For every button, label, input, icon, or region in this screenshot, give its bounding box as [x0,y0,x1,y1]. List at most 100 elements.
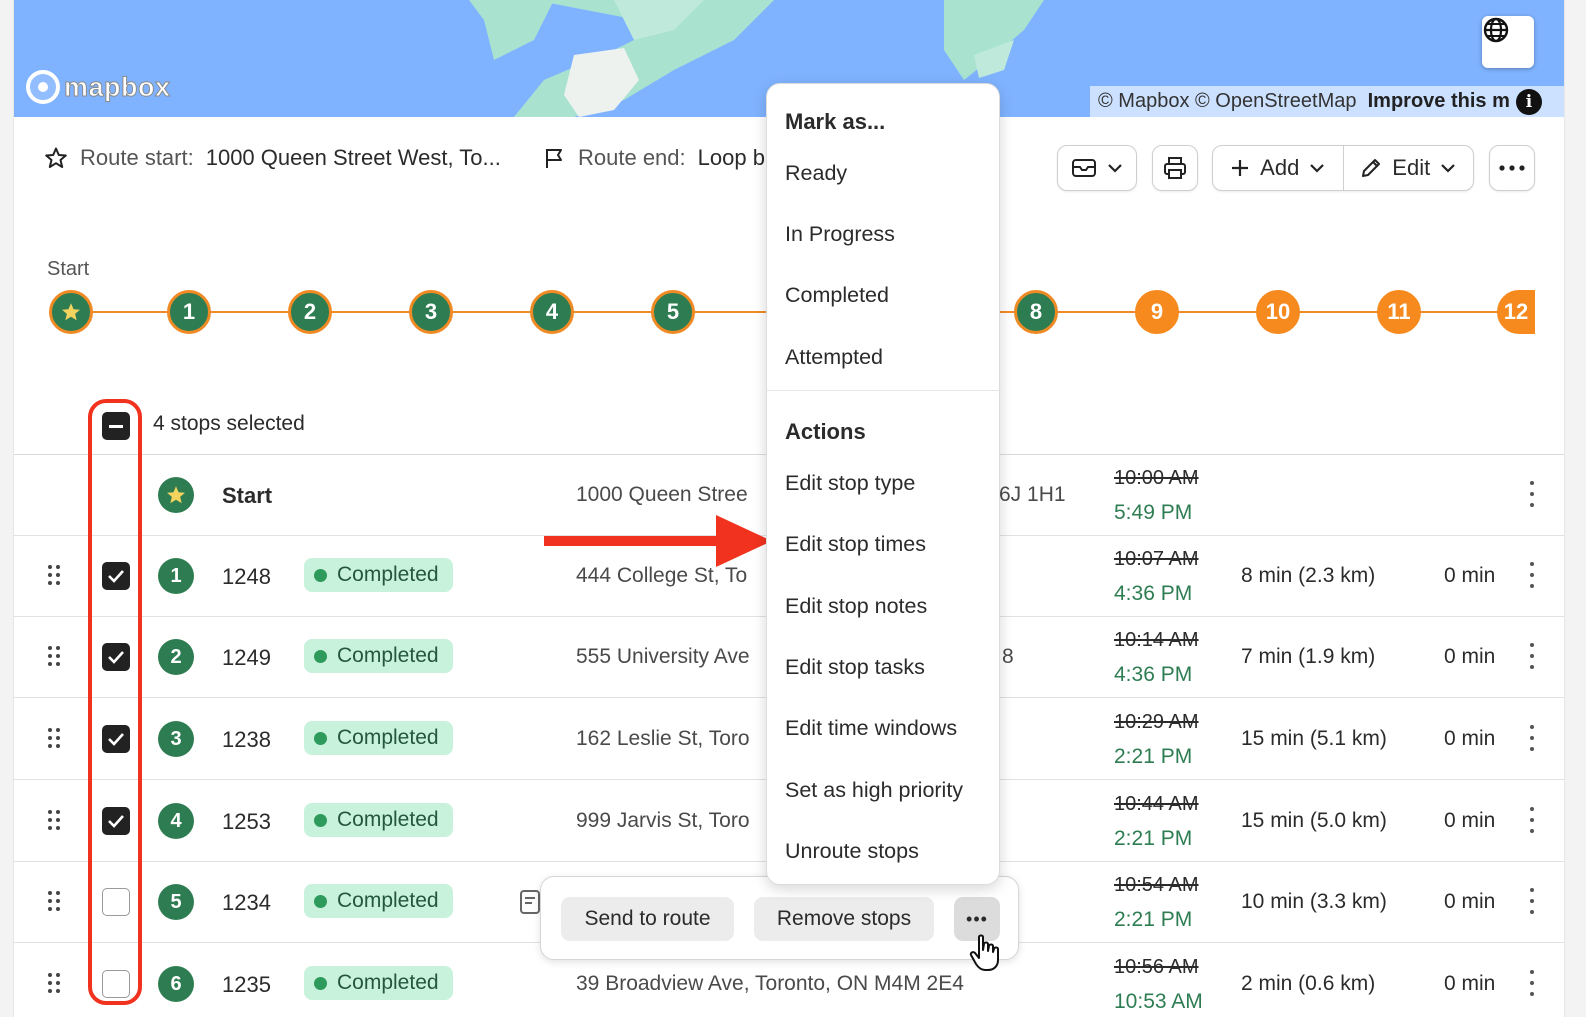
travel-time: 15 min (5.1 km) [1241,727,1387,750]
drag-handle-icon[interactable] [48,565,62,587]
printer-icon [1164,157,1186,179]
stop-number: 6 [158,966,194,1002]
chevron-down-icon [1108,164,1122,173]
original-time: 10:14 AM [1114,629,1199,651]
stepper-stop[interactable]: 9 [1135,290,1179,334]
stop-number: 1 [158,558,194,594]
menu-item-edit-time-windows[interactable]: Edit time windows [785,716,957,741]
remove-stops-button[interactable]: Remove stops [754,897,934,941]
status-badge: Completed [304,966,453,1000]
stop-address: 162 Leslie St, Toro [576,727,750,750]
menu-item-unroute-stops[interactable]: Unroute stops [785,839,919,864]
chevron-down-icon [1310,164,1325,173]
stop-address: 999 Jarvis St, Toro [576,809,750,832]
stepper-stop[interactable]: 1 [167,290,211,334]
send-to-route-button[interactable]: Send to route [561,897,734,941]
route-start[interactable]: Route start: 1000 Queen Street West, To.… [44,145,501,171]
new-time: 2:21 PM [1114,908,1193,931]
row-menu-icon[interactable] [1528,807,1536,835]
menu-item-edit-stop-type[interactable]: Edit stop type [785,471,915,496]
row-menu-icon[interactable] [1528,888,1536,916]
status-badge: Completed [304,803,453,837]
edit-button[interactable]: Edit [1344,155,1474,181]
original-time: 10:54 AM [1114,874,1199,896]
drag-handle-icon[interactable] [48,646,62,668]
stop-id: 1234 [222,890,271,915]
more-options-button[interactable] [1489,145,1535,191]
print-button[interactable] [1152,145,1198,191]
globe-icon [1483,17,1509,43]
travel-time: 7 min (1.9 km) [1241,645,1376,668]
drag-handle-icon[interactable] [48,973,62,995]
menu-item-attempted[interactable]: Attempted [785,345,883,370]
drag-handle-icon[interactable] [48,891,62,913]
globe-button[interactable] [1482,16,1534,68]
stop-id: 1235 [222,972,271,997]
stepper-stop[interactable]: 12 [1497,290,1535,334]
stepper-stop[interactable]: 2 [288,290,332,334]
new-time: 4:36 PM [1114,582,1193,605]
stop-address: 1000 Queen Stree [576,483,748,506]
menu-item-ready[interactable]: Ready [785,161,847,186]
stepper-stop[interactable]: 8 [1014,290,1058,334]
row-menu-icon[interactable] [1528,643,1536,671]
stop-id: 1238 [222,727,271,752]
new-time: 5:49 PM [1114,501,1193,524]
stepper-start[interactable] [49,290,93,334]
start-marker [158,477,194,513]
travel-time: 2 min (0.6 km) [1241,972,1376,995]
stop-number: 5 [158,884,194,920]
route-end[interactable]: Route end: Loop b [542,145,767,171]
row-menu-icon[interactable] [1528,562,1536,590]
mapbox-logo: mapbox [26,70,171,104]
stop-number: 3 [158,721,194,757]
stop-id: 1253 [222,809,271,834]
flag-icon [546,149,562,168]
selection-count: 4 stops selected [153,412,305,435]
travel-time: 8 min (2.3 km) [1241,564,1376,587]
stepper-start-label: Start [47,258,90,280]
stop-address: 555 University Ave [576,645,750,668]
mark-as-header: Mark as... [785,109,886,134]
add-edit-button-group: Add Edit [1212,145,1474,191]
stepper-stop[interactable]: 4 [530,290,574,334]
drag-handle-icon[interactable] [48,810,62,832]
row-menu-icon[interactable] [1528,481,1536,509]
row-menu-icon[interactable] [1528,970,1536,998]
service-time: 0 min [1444,727,1496,750]
stop-number: 4 [158,803,194,839]
row-menu-icon[interactable] [1528,725,1536,753]
hand-cursor-icon [969,934,999,971]
menu-item-in-progress[interactable]: In Progress [785,222,895,247]
menu-item-edit-stop-tasks[interactable]: Edit stop tasks [785,655,925,680]
menu-item-completed[interactable]: Completed [785,283,889,308]
service-time: 0 min [1444,809,1496,832]
original-time: 10:07 AM [1114,548,1199,570]
menu-item-edit-stop-times[interactable]: Edit stop times [785,532,926,557]
new-time: 2:21 PM [1114,827,1193,850]
actions-header: Actions [785,419,866,444]
email-dropdown-button[interactable] [1057,145,1137,191]
stepper-stop[interactable]: 3 [409,290,453,334]
service-time: 0 min [1444,564,1496,587]
original-time: 10:00 AM [1114,467,1199,489]
map-attribution: © Mapbox © OpenStreetMap Improve this m [1090,86,1564,117]
stepper-stop[interactable]: 5 [651,290,695,334]
add-button[interactable]: Add [1213,155,1343,181]
route-end-label: Route end: [578,145,686,170]
add-button-label: Add [1260,155,1300,180]
route-start-value: 1000 Queen Street West, To... [205,145,501,170]
service-time: 0 min [1444,890,1496,913]
stepper-stop[interactable]: 11 [1377,290,1421,334]
attribution-text: © Mapbox © OpenStreetMap [1098,90,1357,112]
menu-item-set-high-priority[interactable]: Set as high priority [785,778,963,803]
info-icon[interactable]: i [1516,89,1542,115]
improve-map-link[interactable]: Improve this m [1368,90,1510,112]
plus-icon [1232,160,1249,176]
drag-handle-icon[interactable] [48,728,62,750]
service-time: 0 min [1444,645,1496,668]
stepper-stop[interactable]: 10 [1256,290,1300,334]
bulk-action-bar: Send to route Remove stops ••• [540,876,1019,960]
stop-address-tail: 8 [1002,645,1014,668]
menu-item-edit-stop-notes[interactable]: Edit stop notes [785,594,927,619]
